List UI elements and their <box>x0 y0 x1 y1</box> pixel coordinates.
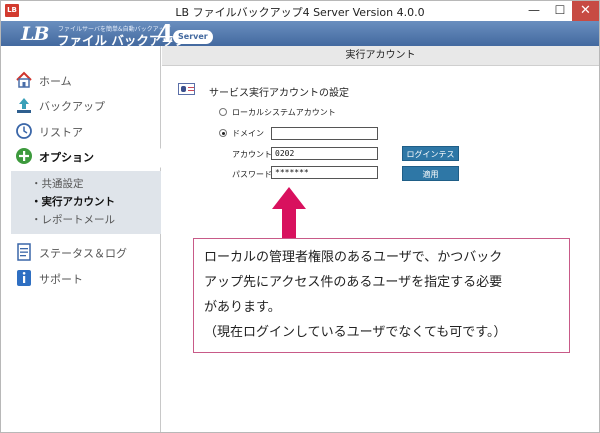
window-title: LB ファイルバックアップ4 Server Version 4.0.0 <box>175 6 425 19</box>
clock-restore-icon <box>16 123 32 139</box>
domain-input[interactable] <box>271 127 378 140</box>
submenu-item-report-mail[interactable]: ・レポートメール <box>31 212 115 227</box>
sidebar-item-status-log[interactable]: ステータス＆ログ <box>11 242 161 264</box>
account-label: アカウント <box>232 150 272 159</box>
instruction-callout: ローカルの管理者権限のあるユーザで、かつバック アップ先にアクセス件のあるユーザ… <box>193 238 570 353</box>
callout-line: アップ先にアクセス件のあるユーザを指定する必要 <box>204 275 503 290</box>
sidebar-item-home[interactable]: ホーム <box>11 70 161 92</box>
password-label: パスワード <box>232 170 272 179</box>
callout-line: があります。 <box>204 300 281 315</box>
submenu-item-common-settings[interactable]: ・共通設定 <box>31 176 84 191</box>
plus-circle-icon <box>16 148 32 164</box>
sidebar-item-label: リストア <box>39 126 83 139</box>
sidebar-item-option[interactable]: オプション <box>11 146 161 168</box>
local-system-radio[interactable] <box>219 108 227 116</box>
sidebar-item-label: バックアップ <box>39 100 105 113</box>
account-card-icon <box>178 83 195 95</box>
upload-arrow-icon <box>17 98 31 113</box>
close-button[interactable]: ✕ <box>572 1 599 21</box>
section-title: サービス実行アカウントの設定 <box>209 88 349 99</box>
sidebar-item-label: ホーム <box>39 75 72 88</box>
callout-line: （現在ログインしているユーザでなくても可です。） <box>204 325 507 340</box>
login-test-button[interactable]: ログインテスト <box>402 146 459 174</box>
local-system-label: ローカルシステムアカウント <box>232 108 336 117</box>
sidebar-item-label: オプション <box>39 151 94 164</box>
app-window: LB LB ファイルバックアップ4 Server Version 4.0.0 —… <box>0 0 600 433</box>
domain-radio[interactable] <box>219 129 227 137</box>
sidebar: ・共通設定 ・実行アカウント ・レポートメール ホーム バックアップ リストア … <box>1 46 161 432</box>
sidebar-item-label: サポート <box>39 273 83 286</box>
account-input[interactable]: 0202 <box>271 147 378 160</box>
page-title: 実行アカウント <box>162 46 599 66</box>
sidebar-item-support[interactable]: サポート <box>11 268 161 290</box>
callout-line: ローカルの管理者権限のあるユーザで、かつバック <box>204 250 503 265</box>
option-submenu: ・共通設定 ・実行アカウント ・レポートメール <box>11 171 161 234</box>
sidebar-item-restore[interactable]: リストア <box>11 121 161 143</box>
submenu-item-run-account[interactable]: ・実行アカウント <box>31 194 115 209</box>
maximize-button[interactable]: ☐ <box>547 1 573 21</box>
info-icon <box>17 270 31 286</box>
sidebar-item-label: ステータス＆ログ <box>39 247 127 260</box>
minimize-button[interactable]: — <box>521 1 547 21</box>
title-bar[interactable]: LB LB ファイルバックアップ4 Server Version 4.0.0 —… <box>1 1 599 21</box>
edition-badge: Server <box>173 30 213 44</box>
apply-button[interactable]: 適用 <box>402 166 459 181</box>
brand-version-digit: 4 <box>157 19 174 48</box>
sidebar-item-backup[interactable]: バックアップ <box>11 95 161 117</box>
password-input[interactable]: ******* <box>271 166 378 179</box>
log-sheet-icon <box>17 243 31 261</box>
annotation-arrow-icon <box>272 187 306 241</box>
brand-logo: LB <box>21 23 49 45</box>
house-icon <box>16 71 32 88</box>
domain-label: ドメイン <box>232 129 264 138</box>
